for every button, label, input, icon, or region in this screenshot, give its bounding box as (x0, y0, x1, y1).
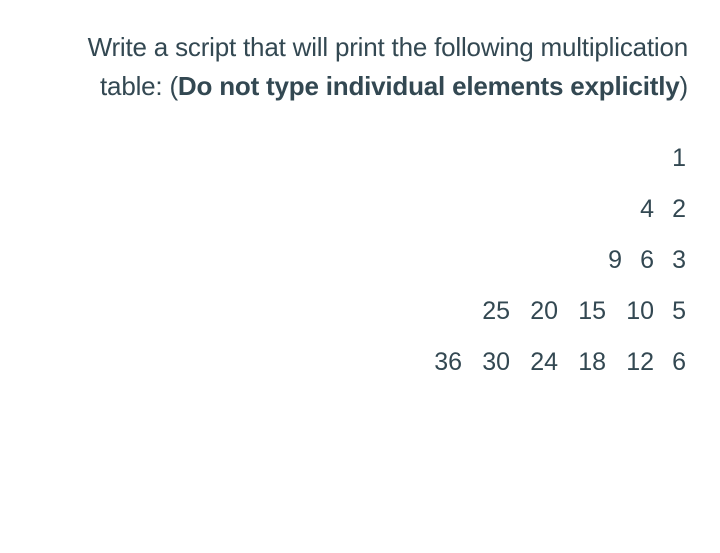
question-bold: Do not type individual elements explicit… (178, 71, 680, 101)
table-row: 4 2 (622, 195, 686, 224)
table-cell: 4 (622, 195, 654, 224)
multiplication-table: 1 4 2 9 6 3 25 20 15 10 5 36 30 24 18 12… (70, 144, 688, 523)
table-cell: 10 (606, 297, 654, 326)
table-cell: 18 (558, 348, 606, 377)
table-row: 1 (654, 144, 686, 173)
table-cell: 6 (654, 348, 686, 377)
table-cell: 6 (622, 246, 654, 275)
question-text: Write a script that will print the follo… (70, 28, 688, 106)
table-cell: 15 (558, 297, 606, 326)
table-cell: 3 (654, 246, 686, 275)
table-cell: 2 (654, 195, 686, 224)
table-row: 25 20 15 10 5 (462, 297, 686, 326)
table-row: 36 30 24 18 12 6 (414, 348, 686, 377)
table-cell: 24 (510, 348, 558, 377)
table-cell: 25 (462, 297, 510, 326)
table-cell: 36 (414, 348, 462, 377)
table-cell: 30 (462, 348, 510, 377)
table-cell: 12 (606, 348, 654, 377)
table-cell: 9 (590, 246, 622, 275)
table-row: 9 6 3 (590, 246, 686, 275)
table-cell: 1 (654, 144, 686, 173)
table-cell: 20 (510, 297, 558, 326)
question-suffix: ) (680, 71, 688, 101)
table-cell: 5 (654, 297, 686, 326)
